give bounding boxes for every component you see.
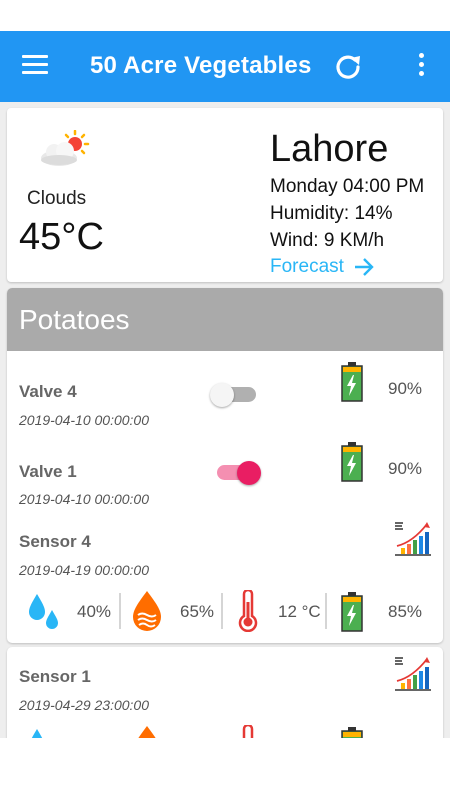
divider [325, 593, 327, 629]
valve-date: 2019-04-10 00:00:00 [19, 412, 149, 428]
divider [221, 593, 223, 629]
sensor-card: Sensor 1 2019-04-29 23:00:00 [7, 647, 443, 738]
divider [119, 593, 121, 629]
arrow-right-icon [354, 258, 374, 276]
more-vert-icon[interactable] [418, 53, 426, 81]
valve-toggle-on[interactable] [215, 459, 265, 487]
valve-date: 2019-04-10 00:00:00 [19, 491, 149, 507]
sensor-name: Sensor 1 [19, 667, 91, 686]
soil-moisture-icon [138, 726, 156, 738]
sensor-date: 2019-04-19 00:00:00 [19, 562, 149, 578]
water-drops-icon [31, 729, 43, 738]
valve-toggle-off[interactable] [210, 381, 260, 409]
forecast-label: Forecast [270, 256, 344, 277]
water-level: 40% [77, 602, 112, 621]
weather-condition: Clouds [27, 188, 87, 209]
valve-name: Valve 4 [19, 382, 77, 401]
battery-icon [341, 362, 363, 402]
field-group-card: Potatoes Valve 4 2019-04-10 00:00:00 90%… [7, 288, 443, 643]
refresh-icon[interactable] [333, 52, 363, 82]
app-title: 50 Acre Vegetables [90, 52, 312, 79]
soil-moisture-icon [133, 591, 161, 631]
temperature-reading: 12 °C [278, 602, 321, 621]
weather-humidity: Humidity: 14% [270, 203, 393, 224]
thermometer-icon [242, 725, 254, 738]
chart-trend-icon[interactable] [393, 655, 433, 693]
forecast-link[interactable]: Forecast [270, 256, 374, 278]
battery-icon [341, 442, 363, 482]
battery-level: 90% [388, 379, 423, 398]
app-bar: 50 Acre Vegetables [0, 31, 450, 102]
moisture-level: 65% [180, 602, 215, 621]
battery-icon [341, 592, 363, 632]
weather-datetime: Monday 04:00 PM [270, 176, 425, 197]
weather-city: Lahore [270, 128, 389, 170]
weather-card: Clouds 45°C Lahore Monday 04:00 PM Humid… [7, 108, 443, 282]
water-drops-icon [29, 594, 58, 629]
battery-level: 90% [388, 459, 423, 478]
weather-temperature: 45°C [19, 216, 104, 258]
hamburger-menu-icon[interactable] [22, 55, 48, 77]
valve-name: Valve 1 [19, 462, 77, 481]
thermometer-icon [238, 590, 258, 632]
group-title: Potatoes [7, 288, 443, 351]
chart-trend-icon[interactable] [393, 520, 433, 558]
battery-icon [341, 727, 363, 738]
status-bar [0, 0, 450, 31]
bottom-blank-area [0, 738, 450, 800]
battery-level: 85% [388, 602, 423, 621]
main-content[interactable]: Clouds 45°C Lahore Monday 04:00 PM Humid… [0, 102, 450, 738]
sensor-date: 2019-04-29 23:00:00 [19, 697, 149, 713]
sensor-name: Sensor 4 [19, 532, 91, 551]
weather-wind: Wind: 9 KM/h [270, 230, 385, 251]
cloud-sun-icon [41, 130, 90, 166]
